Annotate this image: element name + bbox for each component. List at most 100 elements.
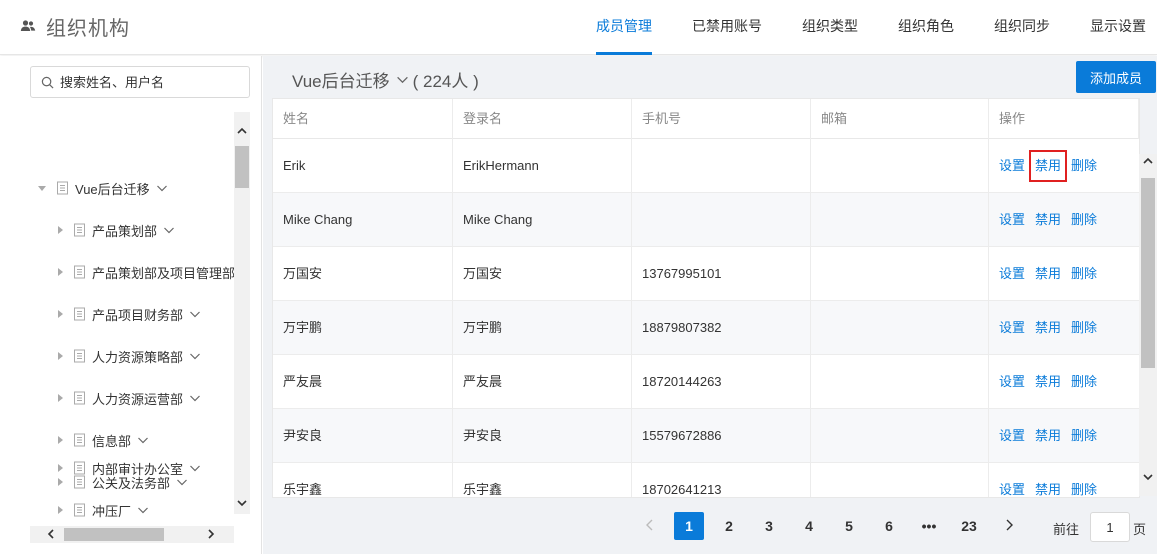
page-6-button[interactable]: 6 [874,512,904,540]
disable-link[interactable]: 禁用 [1035,480,1061,497]
column-header-email: 邮箱 [811,99,989,139]
prev-page-icon[interactable] [643,518,657,532]
tab-disabled-accounts[interactable]: 已禁用账号 [692,0,762,55]
cell-email [811,193,989,247]
tree-node[interactable]: 产品策划部 [58,220,175,240]
settings-link[interactable]: 设置 [999,264,1025,284]
tree-node[interactable]: 人力资源运营部 [58,388,201,408]
scroll-up-icon[interactable] [1143,156,1153,166]
expand-caret-icon[interactable] [58,478,63,486]
tree-node-root[interactable]: Vue后台迁移 [38,178,168,198]
scroll-down-icon[interactable] [237,498,247,508]
tab-member-management[interactable]: 成员管理 [596,0,652,55]
settings-link[interactable]: 设置 [999,372,1025,392]
expand-caret-icon[interactable] [58,464,63,472]
scrollbar-thumb[interactable] [235,146,249,188]
settings-link[interactable]: 设置 [999,156,1025,176]
member-count: ( 224人 ) [412,72,479,91]
page-1-button[interactable]: 1 [674,512,704,540]
scrollbar-thumb[interactable] [64,528,164,541]
chevron-down-icon[interactable] [163,224,175,236]
tree-node[interactable]: 人力资源策略部 [58,346,201,366]
tree-vertical-scrollbar[interactable] [234,112,250,514]
cell-actions: 设置 禁用 删除 [989,193,1139,247]
delete-link[interactable]: 删除 [1071,210,1097,230]
document-icon [74,461,85,475]
settings-link[interactable]: 设置 [999,318,1025,338]
disable-link[interactable]: 禁用 [1028,150,1068,182]
chevron-down-icon[interactable] [137,434,149,446]
disable-link[interactable]: 禁用 [1035,426,1061,446]
delete-link[interactable]: 删除 [1071,318,1097,338]
disable-link[interactable]: 禁用 [1035,318,1061,338]
chevron-down-icon[interactable] [189,392,201,404]
tree-node[interactable]: 内部审计办公室 [58,458,201,478]
page-4-button[interactable]: 4 [794,512,824,540]
member-panel: Vue后台迁移 ( 224人 ) 添加成员 姓名 登录名 手机号 邮箱 操作 E… [263,56,1157,554]
chevron-down-icon[interactable] [189,462,201,474]
expand-caret-icon[interactable] [58,268,63,276]
delete-link[interactable]: 删除 [1071,156,1097,176]
cell-email [811,409,989,463]
cell-email [811,247,989,301]
tree-node[interactable]: 产品策划部及项目管理部 [58,262,234,282]
page-ellipsis[interactable]: ••• [914,512,944,540]
expand-caret-icon[interactable] [58,310,63,318]
disable-link[interactable]: 禁用 [1035,210,1061,230]
next-page-icon[interactable] [1002,518,1016,532]
page-3-button[interactable]: 3 [754,512,784,540]
tree-node[interactable]: 信息部 [58,430,149,450]
settings-link[interactable]: 设置 [999,480,1025,497]
delete-link[interactable]: 删除 [1071,372,1097,392]
disable-link[interactable]: 禁用 [1035,264,1061,284]
expand-caret-icon[interactable] [58,226,63,234]
chevron-down-icon[interactable] [396,73,409,86]
tree-node[interactable]: 冲压厂 [58,500,149,520]
page-2-button[interactable]: 2 [714,512,744,540]
scroll-up-icon[interactable] [237,126,247,136]
settings-link[interactable]: 设置 [999,426,1025,446]
delete-link[interactable]: 删除 [1071,426,1097,446]
chevron-down-icon[interactable] [189,308,201,320]
tree-node-label: 产品策划部 [92,223,158,239]
table-vertical-scrollbar[interactable] [1139,154,1157,496]
delete-link[interactable]: 删除 [1071,264,1097,284]
scrollbar-thumb[interactable] [1141,178,1155,368]
add-member-button[interactable]: 添加成员 [1076,61,1156,93]
tab-org-sync[interactable]: 组织同步 [994,0,1050,55]
cell-actions: 设置 禁用 删除 [989,355,1139,409]
table-row: 尹安良 尹安良 15579672886 设置 禁用 删除 [273,409,1139,463]
scroll-right-icon[interactable] [206,529,216,539]
tree-node-label: 产品项目财务部 [92,307,184,323]
page-23-button[interactable]: 23 [954,512,984,540]
expand-caret-icon[interactable] [58,436,63,444]
document-icon [74,265,85,279]
scroll-down-icon[interactable] [1143,472,1153,482]
tab-org-roles[interactable]: 组织角色 [898,0,954,55]
tree-horizontal-scrollbar[interactable] [30,526,234,543]
chevron-down-icon[interactable] [189,350,201,362]
delete-link[interactable]: 删除 [1071,480,1097,497]
chevron-down-icon[interactable] [137,504,149,516]
expand-caret-icon[interactable] [58,506,63,514]
expand-caret-icon[interactable] [38,185,46,191]
goto-page-input[interactable] [1090,512,1130,542]
chevron-down-icon[interactable] [156,182,168,194]
table-row: 万宇鹏 万宇鹏 18879807382 设置 禁用 删除 [273,301,1139,355]
page-title: 组织机构 [46,17,130,40]
expand-caret-icon[interactable] [58,394,63,402]
tree-node[interactable]: 产品项目财务部 [58,304,201,324]
org-heading[interactable]: Vue后台迁移 ( 224人 ) [292,67,479,92]
scroll-left-icon[interactable] [46,529,56,539]
tab-display-settings[interactable]: 显示设置 [1090,0,1146,55]
disable-link[interactable]: 禁用 [1035,372,1061,392]
tab-org-types[interactable]: 组织类型 [802,0,858,55]
page-5-button[interactable]: 5 [834,512,864,540]
cell-phone: 15579672886 [632,409,811,463]
search-box[interactable] [30,66,250,98]
expand-caret-icon[interactable] [58,352,63,360]
settings-link[interactable]: 设置 [999,210,1025,230]
search-input[interactable] [60,74,240,90]
cell-phone: 13767995101 [632,247,811,301]
cell-name: 严友晨 [273,355,453,409]
